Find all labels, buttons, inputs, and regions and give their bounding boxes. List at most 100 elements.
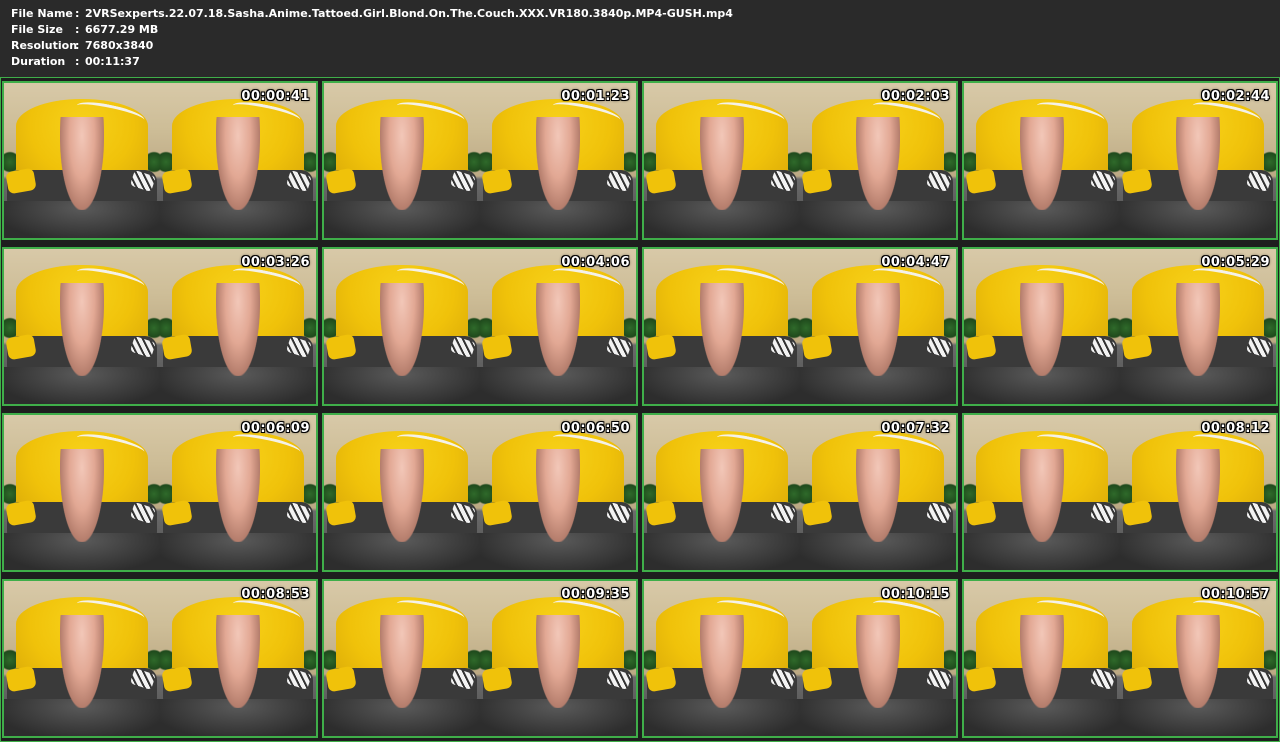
scene-figure [1176,615,1220,709]
vr-eye-view-left [324,249,480,404]
scene-figure [1176,283,1220,377]
vr-eye-view-right [480,249,636,404]
scene-figure [60,283,104,377]
scene-pillow-y [965,167,997,194]
scene-figure [1020,283,1064,377]
thumbnail: 00:08:12 [962,413,1278,572]
scene-pillow-y [645,499,677,526]
scene-plant-r [943,314,956,342]
scene-figure [856,449,900,543]
vr-eye-view-right [800,249,956,404]
scene-plant-r [303,314,316,342]
file-size-row: File Size : 6677.29 MB [11,22,733,38]
scene-plant-r [467,314,480,342]
scene-pillow-y [5,665,37,692]
thumbnail: 00:04:06 [322,247,638,406]
scene-pillow-y [161,333,193,360]
thumbnail-timestamp: 00:06:50 [561,421,630,436]
scene-pillow-y [325,333,357,360]
scene-plant-r [943,646,956,674]
vr-eye-view-right [480,581,636,736]
scene-plant-r [1263,480,1276,508]
scene-figure [700,283,744,377]
file-size-label: File Size [11,23,63,36]
thumbnail: 00:10:15 [642,579,958,738]
scene-figure [216,283,260,377]
vr-eye-view-right [160,249,316,404]
thumbnail: 00:00:41 [2,81,318,240]
resolution-row: Resolution : 7680x3840 [11,38,733,54]
file-info-panel: File Name : 2VRSexperts.22.07.18.Sasha.A… [11,6,733,70]
thumbnail-timestamp: 00:01:23 [561,89,630,104]
vr-eye-view-left [4,581,160,736]
scene-pillow-y [161,167,193,194]
scene-pillow-y [965,333,997,360]
scene-plant-r [943,148,956,176]
vr-eye-view-right [800,581,956,736]
scene-figure [1176,449,1220,543]
thumbnail: 00:02:44 [962,81,1278,240]
scene-figure [380,117,424,211]
scene-figure [536,117,580,211]
thumbnail-timestamp: 00:00:41 [241,89,310,104]
scene-figure [216,117,260,211]
scene-pillow-y [481,499,513,526]
resolution-label: Resolution [11,39,78,52]
vr-eye-view-left [644,581,800,736]
scene-plant-r [467,148,480,176]
scene-plant-r [943,480,956,508]
scene-plant-r [1107,646,1120,674]
scene-figure [1020,615,1064,709]
scene-plant-r [787,314,800,342]
scene-pillow-y [645,333,677,360]
scene-figure [380,449,424,543]
thumbnail-timestamp: 00:06:09 [241,421,310,436]
scene-figure [856,615,900,709]
scene-figure [60,449,104,543]
scene-pillow-y [801,333,833,360]
duration-label: Duration [11,55,66,68]
thumbnail: 00:06:50 [322,413,638,572]
scene-figure [536,615,580,709]
scene-pillow-y [645,665,677,692]
scene-pillow-y [481,665,513,692]
vr-eye-view-left [964,581,1120,736]
scene-plant-r [1263,314,1276,342]
scene-pillow-y [801,499,833,526]
scene-plant-r [467,646,480,674]
thumbnail: 00:04:47 [642,247,958,406]
thumbnail: 00:07:32 [642,413,958,572]
vr-eye-view-left [324,83,480,238]
scene-pillow-y [5,167,37,194]
vr-eye-view-left [964,83,1120,238]
thumbnail-grid: 00:00:41 00:01:23 00:02:03 00:02:44 00:03:26… [0,77,1280,742]
scene-pillow-y [1121,499,1153,526]
scene-plant-r [623,480,636,508]
scene-plant-r [467,480,480,508]
scene-figure [856,117,900,211]
separator: : [75,23,80,36]
thumbnail: 00:03:26 [2,247,318,406]
file-name-row: File Name : 2VRSexperts.22.07.18.Sasha.A… [11,6,733,22]
thumbnail: 00:09:35 [322,579,638,738]
scene-pillow-y [801,665,833,692]
scene-figure [700,449,744,543]
scene-figure [1020,449,1064,543]
vr-eye-view-left [964,415,1120,570]
scene-plant-r [303,480,316,508]
vr-eye-view-right [480,83,636,238]
scene-figure [536,449,580,543]
vr-eye-view-right [1120,83,1276,238]
scene-plant-r [623,148,636,176]
scene-figure [60,615,104,709]
vr-eye-view-right [1120,415,1276,570]
vr-eye-view-right [480,415,636,570]
scene-pillow-y [801,167,833,194]
scene-pillow-y [1121,333,1153,360]
thumbnail-timestamp: 00:05:29 [1201,255,1270,270]
scene-pillow-y [5,499,37,526]
scene-plant-r [1107,480,1120,508]
thumbnail-timestamp: 00:03:26 [241,255,310,270]
scene-pillow-y [161,665,193,692]
thumbnail: 00:02:03 [642,81,958,240]
